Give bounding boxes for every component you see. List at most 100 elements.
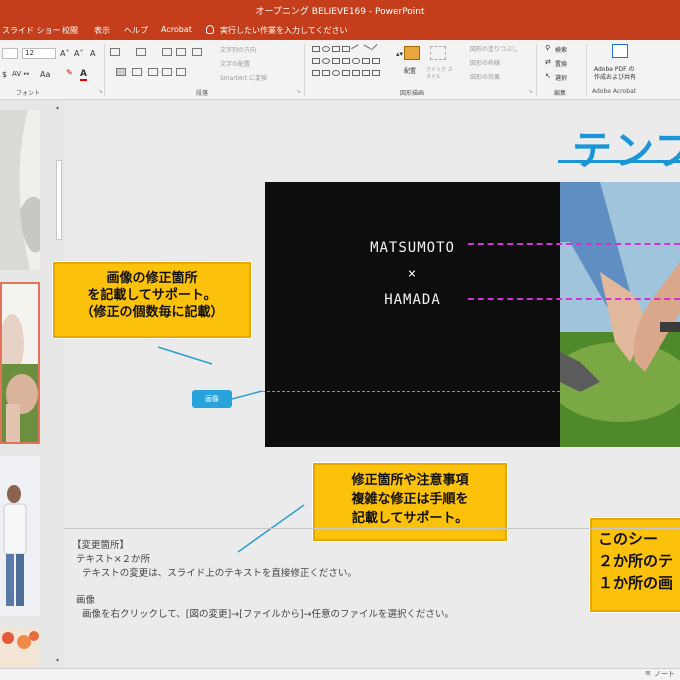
replace-icon[interactable]: ⇄: [545, 58, 551, 66]
rounded-rect-shape-icon[interactable]: [352, 58, 360, 64]
quick-styles-icon[interactable]: [430, 46, 446, 60]
change-case-icon[interactable]: Aa: [40, 70, 50, 79]
notes-text-instruction[interactable]: テキストの変更は、スライド上のテキストを直接修正ください。: [82, 565, 357, 579]
search-icon[interactable]: ⚲: [545, 44, 550, 52]
shape-outline-button[interactable]: 図形の枠線: [470, 58, 500, 67]
callout-line: を記載してサポート。: [87, 288, 217, 303]
image-note-callout[interactable]: 画像の修正箇所 を記載してサポート。 （修正の個数毎に記載）: [52, 261, 252, 339]
font-name-dropdown[interactable]: [2, 48, 18, 59]
line-shape-icon[interactable]: [351, 44, 361, 54]
notes-heading[interactable]: 【変更箇所】: [72, 537, 129, 551]
notes-toggle-button[interactable]: ノート: [654, 669, 675, 679]
shape-effects-button[interactable]: 図形の効果: [470, 72, 500, 81]
edit-note-callout[interactable]: 修正箇所や注意事項 複雑な修正は手順を 記載してサポート。: [312, 462, 508, 542]
photo-image: [560, 182, 680, 447]
align-right-icon[interactable]: [148, 68, 158, 76]
align-left-icon[interactable]: [116, 68, 126, 76]
tell-me-search[interactable]: 実行したい作業を入力してください: [220, 25, 348, 36]
arrow-shape-icon[interactable]: [372, 58, 380, 64]
arrow-shape-icon[interactable]: [371, 44, 381, 54]
rectangle-shape-icon[interactable]: [332, 46, 340, 52]
black-panel[interactable]: [265, 182, 560, 447]
rectangle-shape-icon[interactable]: [312, 58, 320, 64]
align-text-button[interactable]: 文字の配置: [220, 59, 250, 68]
select-icon[interactable]: ↖: [545, 72, 551, 80]
star-shape-icon[interactable]: [362, 70, 370, 76]
justify-icon[interactable]: [162, 68, 172, 76]
tab-help[interactable]: ヘルプ: [124, 25, 148, 36]
line-shape-icon[interactable]: [361, 44, 371, 54]
oval-shape-icon[interactable]: [332, 70, 340, 76]
notes-icon[interactable]: ≡: [645, 669, 651, 677]
grow-font-icon[interactable]: A˄: [60, 49, 69, 58]
arrow-shape-icon[interactable]: [362, 58, 370, 64]
rectangle-shape-icon[interactable]: [342, 46, 350, 52]
slide-thumbnail[interactable]: [0, 110, 40, 270]
adobe-pdf-icon[interactable]: [612, 44, 628, 58]
tab-review[interactable]: 校閲: [62, 25, 78, 36]
clear-format-icon[interactable]: A: [90, 49, 95, 58]
pentagon-shape-icon[interactable]: [322, 70, 330, 76]
shrink-font-icon[interactable]: A˅: [74, 49, 83, 58]
tab-view[interactable]: 表示: [94, 25, 110, 36]
quick-styles-button[interactable]: クイック スタイル: [426, 66, 456, 80]
font-dialog-launcher-icon[interactable]: ↘: [98, 88, 103, 95]
callout-line: 修正箇所や注意事項: [351, 473, 469, 488]
slide-title[interactable]: テンプ: [572, 118, 680, 176]
find-button[interactable]: 検索: [555, 45, 567, 54]
paragraph-dialog-launcher-icon[interactable]: ↘: [296, 88, 301, 95]
rectangle-shape-icon[interactable]: [312, 70, 320, 76]
name-separator[interactable]: ×: [265, 266, 560, 282]
font-color-icon[interactable]: ✎: [66, 68, 73, 77]
outdent-icon[interactable]: [176, 48, 186, 56]
star-shape-icon[interactable]: [372, 70, 380, 76]
notes-image-instruction[interactable]: 画像を右クリックして、[図の変更]→[ファイルから]→任意のファイルを選択くださ…: [82, 606, 454, 620]
scroll-gallery-icon[interactable]: ▴▾: [396, 50, 403, 58]
scroll-down-icon[interactable]: ▾: [56, 657, 59, 664]
slide-thumbnail-selected[interactable]: [0, 282, 40, 444]
tab-acrobat[interactable]: Acrobat: [161, 25, 192, 34]
notes-image-heading[interactable]: 画像: [76, 592, 95, 606]
vertical-scrollbar[interactable]: ▴ ▾: [54, 100, 64, 668]
shape-fill-button[interactable]: 図形の塗りつぶし: [470, 44, 518, 53]
callout-line: ２か所のテ: [598, 552, 674, 570]
shapes-gallery[interactable]: [310, 44, 394, 84]
text-color-icon[interactable]: A: [80, 69, 87, 81]
arrange-icon[interactable]: [404, 46, 420, 60]
tab-slideshow[interactable]: スライド ショー: [2, 25, 61, 36]
text-direction-button[interactable]: 文字列の方向: [220, 45, 256, 54]
status-bar: ≡ ノート: [0, 668, 680, 680]
slide-thumbnail[interactable]: [0, 456, 40, 616]
align-center-icon[interactable]: [132, 68, 142, 76]
scrollbar-thumb[interactable]: [56, 160, 62, 240]
textbox-shape-icon[interactable]: [312, 46, 320, 52]
arrange-button[interactable]: 配置: [404, 66, 416, 75]
couple-photo[interactable]: [560, 182, 680, 447]
numbering-icon[interactable]: [136, 48, 146, 56]
create-pdf-line2[interactable]: 作成および共有: [594, 72, 636, 81]
notes-text-count[interactable]: テキスト×２か所: [76, 551, 150, 565]
replace-button[interactable]: 置換: [555, 59, 567, 68]
convert-smartart-button[interactable]: SmartArt に変換: [220, 73, 267, 82]
triangle-shape-icon[interactable]: [332, 58, 340, 64]
scroll-up-icon[interactable]: ▴: [56, 104, 59, 111]
name-text-2[interactable]: HAMADA: [265, 292, 560, 308]
indent-icon[interactable]: [162, 48, 172, 56]
char-spacing-icon[interactable]: AV ↔: [12, 70, 29, 78]
currency-icon[interactable]: $: [2, 70, 7, 79]
guide-line-cyan: [262, 391, 680, 392]
columns-icon[interactable]: [176, 68, 186, 76]
bullets-icon[interactable]: [110, 48, 120, 56]
font-size-dropdown[interactable]: 12: [22, 48, 56, 59]
rectangle-shape-icon[interactable]: [342, 58, 350, 64]
oval-shape-icon[interactable]: [322, 46, 330, 52]
drawing-dialog-launcher-icon[interactable]: ↘: [528, 88, 533, 95]
slide-thumbnail[interactable]: [0, 628, 40, 668]
brace-shape-icon[interactable]: [352, 70, 360, 76]
right-note-callout[interactable]: このシー ２か所のテ １か所の画: [589, 517, 680, 613]
circle-shape-icon[interactable]: [322, 58, 330, 64]
brace-shape-icon[interactable]: [342, 70, 350, 76]
image-tag[interactable]: 画像: [192, 390, 232, 408]
line-spacing-icon[interactable]: [192, 48, 202, 56]
select-button[interactable]: 選択: [555, 73, 567, 82]
